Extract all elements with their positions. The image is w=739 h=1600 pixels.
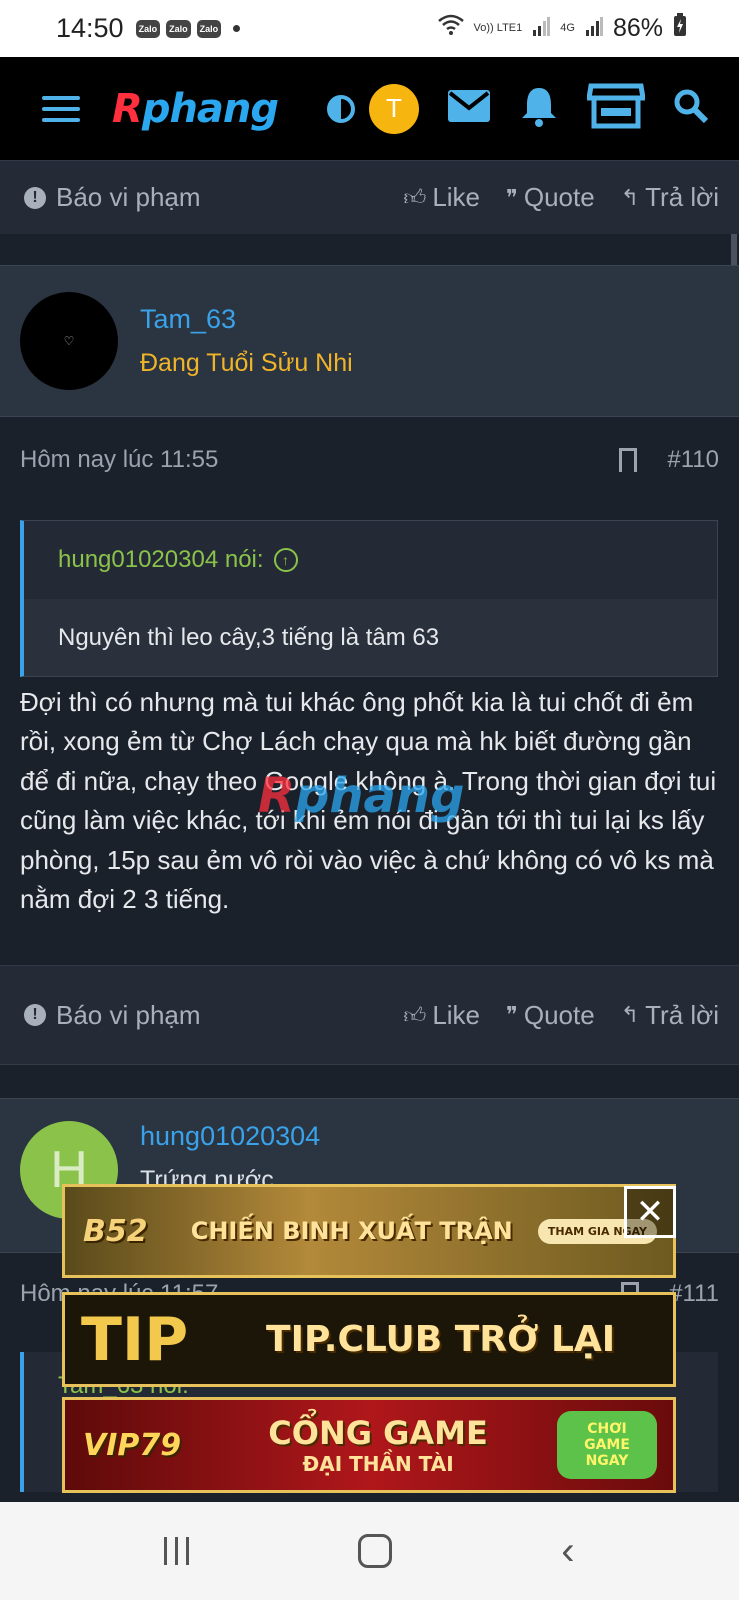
like-label: Like [432, 999, 481, 1030]
like-button[interactable]: 👍︎ Like [403, 182, 480, 213]
reply-icon: ↰ [620, 184, 640, 210]
home-icon[interactable] [358, 1534, 393, 1568]
report-label: Báo vi phạm [56, 182, 201, 212]
author-title: Đang Tuổi Sửu Nhi [140, 349, 353, 377]
zalo-notification-icon: Zalo [166, 19, 191, 38]
ad-headline: CHIẾN BINH XUẤT TRẬN [190, 1217, 513, 1245]
bell-icon[interactable] [519, 85, 559, 132]
quote-label: Quote [523, 182, 595, 212]
quote-button[interactable]: ❞ Quote [506, 182, 595, 213]
clock: 14:50 [56, 13, 124, 43]
zalo-notification-icon: Zalo [135, 19, 161, 38]
more-notifications-icon [233, 25, 241, 32]
author-username[interactable]: hung01020304 [140, 1121, 320, 1152]
ad-banner-vip79[interactable]: VIP79 CỔNG GAME ĐẠI THẦN TÀI CHƠI GAME N… [62, 1397, 676, 1493]
report-button[interactable]: ! Báo vi phạm [24, 182, 201, 213]
alert-icon: ! [24, 186, 46, 209]
quote-text: Nguyên thì leo cây,3 tiếng là tâm 63 [58, 623, 440, 651]
post-meta: Hôm nay lúc 11:55 #110 [0, 444, 739, 476]
ad-subheadline: ĐẠI THẦN TÀI [302, 1452, 454, 1476]
volte-indicator: Vo)) LTE1 [473, 22, 523, 34]
quote-icon: ❞ [506, 184, 518, 210]
author-username[interactable]: Tam_63 [140, 304, 353, 335]
recent-apps-icon[interactable] [164, 1537, 190, 1565]
post-timestamp[interactable]: Hôm nay lúc 11:55 [20, 446, 218, 474]
menu-icon[interactable] [42, 95, 80, 122]
reply-button[interactable]: ↰ Trả lời [621, 1000, 719, 1031]
network-4g-indicator: 4G [560, 22, 575, 34]
ad-cta-button[interactable]: CHƠI GAME NGAY [557, 1411, 657, 1479]
like-label: Like [432, 182, 481, 212]
quote-button[interactable]: ❞ Quote [506, 1000, 595, 1031]
post-number[interactable]: #111 [669, 1280, 719, 1308]
post-footer-previous: ! Báo vi phạm 👍︎ Like ❞ Quote ↰ Trả lời [0, 160, 739, 234]
reply-button[interactable]: ↰ Trả lời [621, 182, 719, 213]
quote-author: hung01020304 nói: [58, 546, 264, 573]
status-bar: 14:50 Zalo Zalo Zalo Vo)) LTE1 4G 86% [0, 0, 739, 57]
reply-icon: ↰ [620, 1002, 640, 1027]
ad-headline: CỔNG GAME [268, 1414, 488, 1452]
alert-icon: ! [24, 1004, 46, 1026]
store-icon[interactable] [586, 82, 646, 135]
zalo-notification-icon: Zalo [196, 19, 222, 38]
watermark-logo: Rphang [258, 768, 465, 824]
quote-header[interactable]: hung01020304 nói: ↑ [24, 521, 717, 599]
quote-block: hung01020304 nói: ↑ Nguyên thì leo cây,3… [20, 520, 718, 677]
wifi-icon [437, 14, 464, 43]
reply-label: Trả lời [645, 182, 719, 212]
ad-brand: TIP [81, 1304, 189, 1375]
site-logo[interactable]: Rphang [112, 86, 279, 132]
author-avatar[interactable]: ♡ [20, 292, 118, 390]
like-button[interactable]: 👍︎ Like [403, 1000, 480, 1031]
ad-headline: TIP.CLUB TRỞ LẠI [266, 1319, 616, 1360]
post-footer: ! Báo vi phạm 👍︎ Like ❞ Quote ↰ Trả lời [0, 965, 739, 1065]
battery-level: 86% [612, 14, 663, 42]
app-header: Rphang T [0, 57, 739, 160]
back-icon[interactable]: ‹ [561, 1529, 574, 1574]
system-nav-bar: ‹ [0, 1502, 739, 1600]
bookmark-icon[interactable] [619, 448, 638, 472]
quote-icon: ❞ [506, 1002, 518, 1027]
ad-brand: B52 [83, 1213, 148, 1249]
signal-icon [585, 14, 603, 43]
close-icon[interactable]: ✕ [624, 1186, 676, 1238]
signal-icon [532, 14, 551, 43]
ad-brand: VIP79 [83, 1427, 182, 1463]
ad-banner-tip[interactable]: TIP TIP.CLUB TRỞ LẠI [62, 1292, 676, 1387]
post-author-header: ♡ Tam_63 Đang Tuổi Sửu Nhi [0, 265, 739, 417]
report-label: Báo vi phạm [56, 999, 201, 1030]
thumbs-up-icon: 👍︎ [403, 185, 427, 210]
battery-charging-icon [673, 13, 687, 44]
search-icon[interactable] [673, 88, 709, 129]
theme-toggle-icon[interactable] [327, 94, 355, 123]
reply-label: Trả lời [645, 999, 719, 1030]
user-avatar[interactable]: T [369, 83, 419, 134]
post-number[interactable]: #110 [667, 446, 719, 474]
report-button[interactable]: ! Báo vi phạm [24, 1000, 201, 1031]
mail-icon[interactable] [447, 89, 491, 128]
arrow-up-circle-icon[interactable]: ↑ [273, 548, 298, 572]
thumbs-up-icon: 👍︎ [403, 1002, 427, 1028]
ad-banner-b52[interactable]: B52 CHIẾN BINH XUẤT TRẬN THAM GIA NGAY [62, 1184, 676, 1278]
quote-label: Quote [523, 999, 595, 1030]
